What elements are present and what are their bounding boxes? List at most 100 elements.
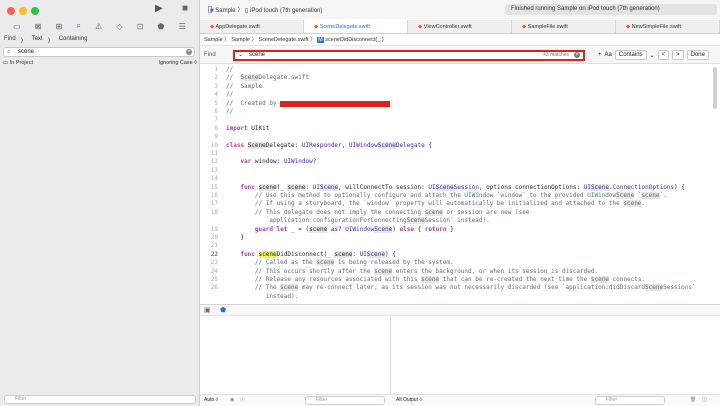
done-button[interactable]: Done [686,50,709,60]
tab-label: SceneDelegate.swift [319,24,370,30]
close-window-button[interactable] [7,7,15,15]
swift-file-icon: ◆ [522,24,527,30]
scope-button[interactable]: ▭ In Project [3,60,33,68]
breadcrumb-symbol[interactable]: sceneDidDisconnect(_:) [325,37,383,43]
next-match-button[interactable]: > [672,50,684,60]
redaction-bar [280,100,390,107]
device-icon: ▯ [245,8,249,14]
breakpoints-icon[interactable]: ⬟ [220,306,226,314]
breadcrumb: Sample 〉 Sample 〉 SceneDelegate.swift 〉 … [200,35,720,46]
editor-area: ▯ ■ Sample 〉 ▯ iPod touch (7th generatio… [155,0,720,406]
clear-icon[interactable]: × [186,49,192,55]
eye-icon[interactable]: ◉ [230,395,234,406]
variables-scope-select[interactable]: Auto ◊ [204,395,218,406]
activity-status: Finished running Sample on iPod touch (7… [505,4,717,15]
swift-file-icon: ◆ [314,24,319,30]
tab-viewcontroller[interactable]: ◆ ViewController.swift [408,20,512,33]
test-icon[interactable]: ◇ [116,22,122,31]
tab-samplefile[interactable]: ◆ SampleFile.swift [512,20,616,33]
swift-file-icon: ◆ [418,24,423,30]
zoom-window-button[interactable] [31,7,39,15]
search-scope-row: ▭ In Project Ignoring Case ◊ [3,60,197,68]
console-filter-input[interactable]: Filter [595,396,665,405]
symbol-icon[interactable]: ⊞ [56,22,63,31]
tab-label: NewSimpleFile.swift [631,24,681,30]
find-match[interactable]: Containing [59,36,88,45]
previous-match-button[interactable]: < [657,50,670,60]
xcode-window: ▭ ⊠ ⊞ ⌕ ⚠ ◇ ⊡ ⬟ ☰ Find 〉 Text 〉 Containi… [0,0,720,406]
folder-icon[interactable]: ▭ [13,22,21,31]
tab-label: SampleFile.swift [527,24,568,30]
bottom-bar: Auto ◊ ◉ ⓘ Filter All Output ◊ Filter 🗑 … [200,394,720,406]
find-bar: Find ⌄ scene 43 matches × + Aa Contains … [200,47,720,64]
window-controls [7,7,39,15]
debug-toolbar: ▣ ⬟ [200,304,720,316]
case-toggle[interactable]: Aa [605,52,612,58]
chevron-right-icon: 〉 [237,8,244,14]
code-text: instead). [226,292,299,300]
find-query: scene [249,52,266,58]
find-mode[interactable]: Text [32,36,43,45]
separator: 〉 [47,39,54,45]
separator: 〉 [20,39,27,45]
navigator-sidebar: ▭ ⊠ ⊞ ⌕ ⚠ ◇ ⊡ ⬟ ☰ Find 〉 Text 〉 Containi… [0,0,200,406]
report-icon[interactable]: ☰ [179,22,186,31]
tab-label: AppDelegate.swift [215,24,260,30]
run-button[interactable]: ▶ [155,3,163,14]
tab-newsimplefile[interactable]: ◆ NewSimpleFile.swift [616,20,720,33]
find-label[interactable]: Find [4,36,16,45]
find-mode-label: Find [204,52,216,58]
find-input[interactable]: ⌄ scene 43 matches × [233,50,585,61]
find-options-row: Find 〉 Text 〉 Containing [4,36,87,45]
variables-filter-input[interactable]: Filter [305,396,385,405]
source-control-icon[interactable]: ⊠ [35,22,42,31]
trash-icon[interactable]: 🗑 [690,395,696,406]
search-icon: ⌕ [7,49,11,55]
filter-placeholder: Filter [316,397,328,403]
find-navigator-icon[interactable]: ⌕ [76,21,80,31]
tab-scenedelegate[interactable]: ◆ SceneDelegate.swift [304,20,408,33]
scheme-selector[interactable]: ■ Sample 〉 ▯ iPod touch (7th generation) [210,5,322,14]
app-icon: ■ [210,8,214,14]
swift-file-icon: ◆ [626,24,631,30]
toolbar: ▯ ■ Sample 〉 ▯ iPod touch (7th generatio… [155,0,720,19]
debug-area [200,317,720,394]
sidebar-filter-input[interactable]: Filter [4,395,196,404]
filter-placeholder: Filter [606,397,618,403]
find-mode-menu[interactable]: Find [204,52,216,58]
minimize-window-button[interactable] [19,7,27,15]
scheme-label: Sample [215,8,236,14]
editor-tabs: ◆ AppDelegate.swift ◆ SceneDelegate.swif… [200,20,720,34]
breadcrumb-file[interactable]: SceneDelegate.swift [258,37,308,43]
search-query: scene [18,49,35,55]
breadcrumb-project[interactable]: Sample [204,37,223,43]
info-icon[interactable]: ⓘ [240,395,245,406]
chevron-down-icon[interactable]: ⌄ [650,52,655,59]
clear-icon[interactable]: × [574,52,580,58]
tab-label: ViewController.swift [423,24,472,30]
code-line: instead). [200,292,710,302]
match-mode-select[interactable]: Contains [614,50,647,60]
stop-button[interactable]: ■ [182,3,188,14]
split-view-icon[interactable]: ◫ [702,395,707,406]
hide-debug-area-icon[interactable]: ▣ [204,306,211,314]
method-icon: M [317,37,324,43]
breadcrumb-group[interactable]: Sample [231,37,250,43]
console-output-select[interactable]: All Output ◊ [396,395,422,406]
debug-icon[interactable]: ⊡ [137,22,144,31]
navigator-search-input[interactable]: ⌕ scene × [3,47,195,57]
breakpoint-icon[interactable]: ⬟ [158,22,165,31]
find-history-icon[interactable]: ⌄ [238,52,243,59]
swift-file-icon: ◆ [210,24,215,30]
issue-icon[interactable]: ⚠ [95,22,102,31]
debug-divider[interactable] [390,317,391,406]
plus-icon[interactable]: + [598,52,602,58]
match-count: 43 matches [543,52,569,58]
tab-appdelegate[interactable]: ◆ AppDelegate.swift [200,20,304,33]
find-controls: + Aa Contains ⌄ < > Done [598,50,709,60]
code-editor[interactable]: 1//2// SceneDelegate.swift 3// Sample 4//5… [200,65,720,303]
device-label: iPod touch (7th generation) [249,8,323,14]
filter-placeholder: Filter [15,396,27,402]
editor-scrollbar[interactable] [713,67,717,109]
case-sensitivity-button[interactable]: Ignoring Case ◊ [159,60,198,68]
